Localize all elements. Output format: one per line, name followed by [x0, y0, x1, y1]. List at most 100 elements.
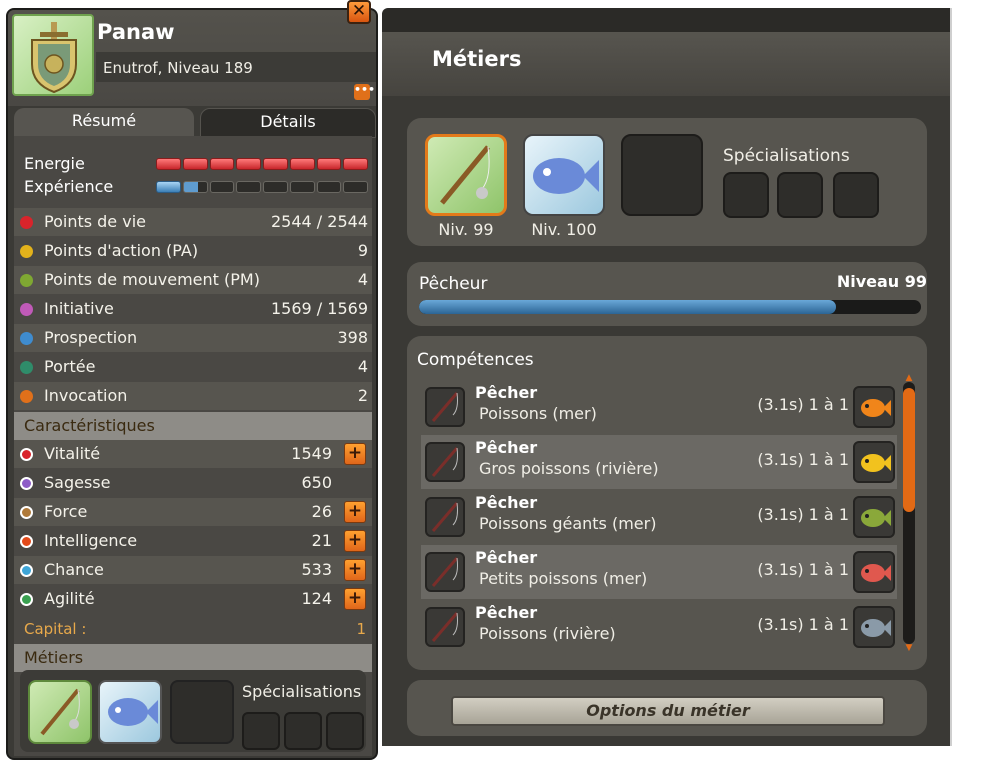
scroll-down-icon[interactable]: ▼: [904, 644, 914, 653]
add-point-button[interactable]: +: [344, 501, 366, 523]
job-slot-fishing-rod-icon[interactable]: [425, 134, 507, 216]
job-level-1: Niv. 99: [438, 220, 494, 239]
skill-name: Pêcher: [475, 493, 538, 512]
characteristic-value: 650: [301, 473, 332, 492]
fishing-rod-icon: [425, 552, 465, 592]
skill-resource: Poissons (mer): [479, 404, 597, 423]
skills-title: Compétences: [417, 350, 534, 370]
skill-name: Pêcher: [475, 548, 538, 567]
spec-slot[interactable]: [777, 172, 823, 218]
jobs-header: Métiers: [14, 644, 372, 672]
skill-row[interactable]: Pêcher Petits poissons (mer) (3.1s) 1 à 1: [421, 545, 897, 599]
skill-row[interactable]: Pêcher Poissons (mer) (3.1s) 1 à 1: [421, 380, 897, 434]
characteristic-value: 533: [301, 560, 332, 579]
job-slots-panel: Niv. 99 Niv. 100 Spécialisations: [407, 118, 927, 246]
initiative-icon: [20, 303, 33, 316]
job-options-button[interactable]: Options du métier: [451, 696, 885, 726]
skills-scrollbar[interactable]: ▲ ▼: [903, 374, 915, 653]
mini-empty-slot[interactable]: [170, 680, 234, 744]
yellow-fish-icon[interactable]: [853, 441, 895, 483]
skill-resource: Petits poissons (mer): [479, 569, 648, 588]
skills-panel: Compétences Pêcher Poissons (mer) (3.1s) 1…: [407, 336, 927, 670]
grey-fish-icon[interactable]: [853, 606, 895, 648]
bar-segment: [316, 181, 342, 193]
tab-details[interactable]: Détails: [200, 108, 376, 138]
scroll-up-icon[interactable]: ▲: [904, 374, 914, 383]
fishing-rod-icon: [425, 607, 465, 647]
characteristic-label: Agilité: [44, 589, 95, 608]
characteristic-value: 26: [311, 502, 332, 521]
job-xp-fill: [419, 300, 836, 314]
job-slot-empty[interactable]: [621, 134, 703, 216]
mini-spec-slot[interactable]: [284, 712, 322, 750]
green-fish-icon[interactable]: [853, 496, 895, 538]
specialisations-label: Spécialisations: [723, 146, 850, 166]
energy-label: Energie: [24, 154, 85, 173]
skill-row[interactable]: Pêcher Poissons géants (mer) (3.1s) 1 à 1: [421, 490, 897, 544]
characteristic-value: 21: [311, 531, 332, 550]
mini-spec-slot[interactable]: [326, 712, 364, 750]
stat-label: Points de mouvement (PM): [44, 270, 260, 289]
mini-fish-icon[interactable]: [98, 680, 162, 744]
jobs-window: Métiers Niv. 99 Niv. 100 Spécialisations…: [382, 8, 950, 746]
energy-bar: [156, 158, 368, 170]
strength-icon: [20, 506, 33, 519]
stat-label: Portée: [44, 357, 96, 376]
job-level-panel: Pêcheur Niveau 99: [407, 262, 927, 326]
stat-value: 9: [357, 241, 368, 260]
mini-jobs-panel: Spécialisations: [20, 670, 366, 752]
mini-spec-slot[interactable]: [242, 712, 280, 750]
stat-value: 398: [337, 328, 368, 347]
mini-fishing-rod-icon[interactable]: [28, 680, 92, 744]
red-fish-icon[interactable]: [853, 551, 895, 593]
bar-segment: [209, 181, 235, 193]
bar-segment: [289, 158, 315, 170]
skill-row[interactable]: Pêcher Poissons (rivière) (3.1s) 1 à 1: [421, 600, 897, 654]
bar-segment: [263, 158, 288, 170]
characteristic-row: Intelligence 21 +: [14, 527, 372, 555]
current-job-level: Niveau 99: [836, 272, 927, 291]
stat-row: Points d'action (PA) 9: [14, 237, 372, 265]
characteristic-row: Agilité 124 +: [14, 585, 372, 613]
bar-segment: [182, 181, 208, 193]
add-point-button[interactable]: +: [344, 588, 366, 610]
agility-icon: [20, 593, 33, 606]
skill-resource: Poissons (rivière): [479, 624, 616, 643]
add-point-button[interactable]: +: [344, 443, 366, 465]
scroll-thumb[interactable]: [903, 388, 915, 512]
options-panel: Options du métier: [407, 680, 927, 736]
current-job-name: Pêcheur: [419, 274, 488, 294]
character-sheet: Panaw Enutrof, Niveau 189 ••• Résumé Dét…: [6, 8, 378, 760]
skill-time: (3.1s) 1 à 1: [757, 505, 849, 524]
job-slot-fish-icon[interactable]: [523, 134, 605, 216]
stat-label: Initiative: [44, 299, 114, 318]
stat-value: 1569 / 1569: [271, 299, 368, 318]
close-button[interactable]: ✕: [347, 0, 371, 24]
boot-icon: [20, 274, 33, 287]
character-class-level: Enutrof, Niveau 189: [103, 59, 253, 77]
skill-row[interactable]: Pêcher Gros poissons (rivière) (3.1s) 1 à …: [421, 435, 897, 489]
bar-segment: [236, 181, 261, 193]
bar-segment: [263, 181, 288, 193]
more-options-button[interactable]: •••: [354, 84, 375, 100]
bar-segment: [316, 158, 342, 170]
characteristic-label: Intelligence: [44, 531, 138, 550]
jobs-body: Niv. 99 Niv. 100 Spécialisations Pêcheur…: [382, 96, 950, 746]
characteristic-label: Vitalité: [44, 444, 101, 463]
stat-row: Points de vie 2544 / 2544: [14, 208, 372, 236]
stat-value: 2544 / 2544: [271, 212, 368, 231]
spec-slot[interactable]: [833, 172, 879, 218]
spec-slot[interactable]: [723, 172, 769, 218]
tab-resume[interactable]: Résumé: [14, 108, 194, 138]
add-point-button[interactable]: +: [344, 530, 366, 552]
characteristic-label: Chance: [44, 560, 104, 579]
orange-shrimp-icon[interactable]: [853, 386, 895, 428]
characteristic-row: Vitalité 1549 +: [14, 440, 372, 468]
characteristic-label: Sagesse: [44, 473, 111, 492]
add-point-button[interactable]: +: [344, 559, 366, 581]
range-icon: [20, 361, 33, 374]
fishing-rod-icon: [425, 387, 465, 427]
skill-time: (3.1s) 1 à 1: [757, 615, 849, 634]
capital-label: Capital :: [24, 620, 87, 638]
bar-segment: [209, 158, 235, 170]
